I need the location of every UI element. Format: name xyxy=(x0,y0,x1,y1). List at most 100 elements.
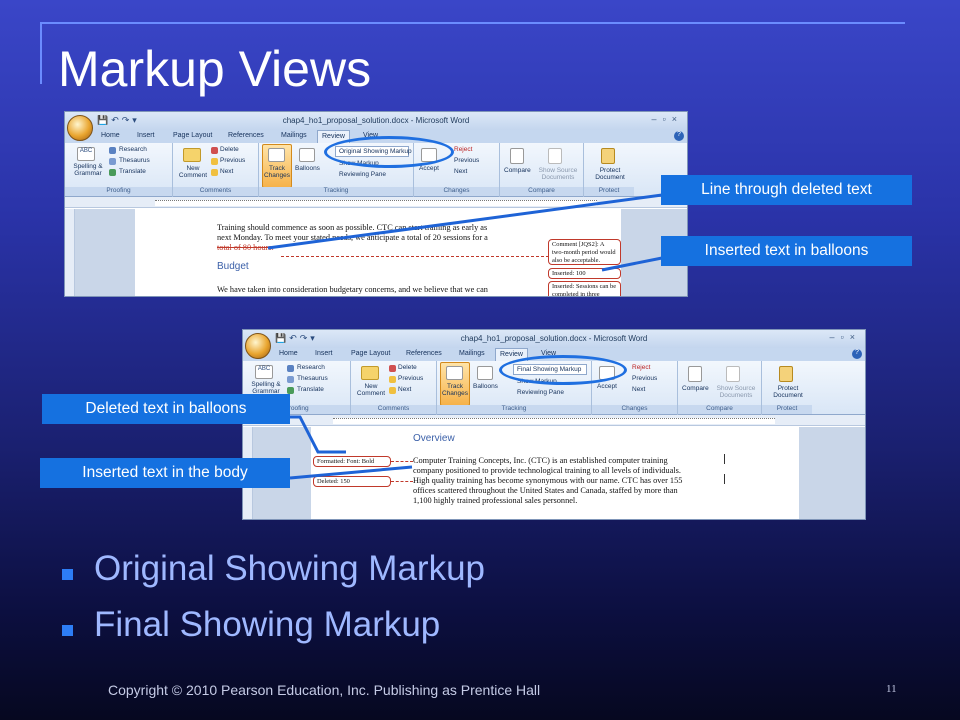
callout-line-through-deleted: Line through deleted text xyxy=(661,175,912,205)
next-comment-button[interactable]: Next xyxy=(398,386,411,393)
group-label-compare: Compare xyxy=(500,187,583,196)
deleted-balloon[interactable]: Deleted: 150 xyxy=(313,476,391,487)
next-change-button[interactable]: Next xyxy=(632,386,645,393)
tab-insert[interactable]: Insert xyxy=(315,350,333,357)
compare-icon[interactable] xyxy=(688,366,702,382)
tab-page-layout[interactable]: Page Layout xyxy=(173,132,212,139)
help-icon[interactable]: ? xyxy=(674,131,684,141)
new-comment-icon[interactable] xyxy=(361,366,379,380)
compare-button[interactable]: Compare xyxy=(682,385,709,392)
group-label-protect: Protect xyxy=(762,405,812,414)
document-area: Overview Computer Training Concepts, Inc… xyxy=(243,427,865,519)
tab-insert[interactable]: Insert xyxy=(137,132,155,139)
next-change-button[interactable]: Next xyxy=(454,168,467,175)
spelling-icon[interactable]: ABC xyxy=(77,147,95,161)
spelling-grammar-button[interactable]: Spelling & Grammar xyxy=(68,163,108,177)
delete-button[interactable]: Delete xyxy=(220,146,239,153)
inserted-balloon-1[interactable]: Inserted: 100 xyxy=(548,268,621,279)
translate-icon xyxy=(287,387,294,394)
next-comment-button[interactable]: Next xyxy=(220,168,233,175)
spelling-icon[interactable]: ABC xyxy=(255,365,273,379)
doc-line-5: 1,100 highly trained professional sales … xyxy=(413,496,578,505)
show-source-icon[interactable] xyxy=(726,366,740,382)
horizontal-ruler xyxy=(243,415,865,426)
tab-page-layout[interactable]: Page Layout xyxy=(351,350,390,357)
lock-icon[interactable] xyxy=(779,366,793,382)
doc-line-1: Training should commence as soon as poss… xyxy=(217,223,488,232)
previous-change-button[interactable]: Previous xyxy=(454,157,479,164)
doc-heading-overview: Overview xyxy=(413,433,455,444)
window-controls[interactable]: –▫× xyxy=(830,332,861,342)
accept-button[interactable]: Accept xyxy=(597,383,617,390)
doc-line-2: next Monday. To meet your stated needs, … xyxy=(217,233,488,242)
tab-mailings[interactable]: Mailings xyxy=(459,350,485,357)
inserted-balloon-2[interactable]: Inserted: Sessions can be completed in t… xyxy=(548,281,621,296)
help-icon[interactable]: ? xyxy=(852,349,862,359)
group-label-comments: Comments xyxy=(173,187,258,196)
doc-line-3: High quality training has become synonym… xyxy=(413,476,683,485)
window-controls[interactable]: –▫× xyxy=(652,114,683,124)
new-comment-button[interactable]: New Comment xyxy=(356,383,386,397)
comment-balloon[interactable]: Comment [JQS2]: A two-month period would… xyxy=(548,239,621,265)
doc-line-1: Computer Training Concepts, Inc. (CTC) i… xyxy=(413,456,668,465)
reviewing-pane-button[interactable]: Reviewing Pane xyxy=(339,171,386,178)
accept-button[interactable]: Accept xyxy=(419,165,439,172)
delete-icon xyxy=(389,365,396,372)
delete-icon xyxy=(211,147,218,154)
track-changes-button[interactable]: Track Changes xyxy=(263,165,291,179)
callout-inserted-in-balloons: Inserted text in balloons xyxy=(661,236,912,266)
tab-home[interactable]: Home xyxy=(101,132,120,139)
decorative-top-line xyxy=(40,22,905,24)
balloons-button[interactable]: Balloons xyxy=(295,165,320,172)
track-changes-icon[interactable] xyxy=(268,148,285,162)
spelling-grammar-button[interactable]: Spelling & Grammar xyxy=(246,381,286,395)
previous-comment-button[interactable]: Previous xyxy=(220,157,245,164)
formatted-balloon[interactable]: Formatted: Font: Bold xyxy=(313,456,391,467)
thesaurus-button[interactable]: Thesaurus xyxy=(119,157,150,164)
translate-button[interactable]: Translate xyxy=(119,168,146,175)
office-button-icon[interactable] xyxy=(67,115,93,141)
group-label-proofing: Proofing xyxy=(65,187,172,196)
office-button-icon[interactable] xyxy=(245,333,271,359)
group-label-changes: Changes xyxy=(592,405,677,414)
delete-button[interactable]: Delete xyxy=(398,364,417,371)
reviewing-pane-button[interactable]: Reviewing Pane xyxy=(517,389,564,396)
balloon-connector-2 xyxy=(391,481,413,482)
balloons-icon[interactable] xyxy=(299,148,315,162)
protect-document-button[interactable]: Protect Document xyxy=(588,167,632,181)
compare-button[interactable]: Compare xyxy=(504,167,531,174)
show-source-button[interactable]: Show Source Documents xyxy=(536,167,580,181)
balloon-connector-1 xyxy=(391,461,413,462)
group-label-protect: Protect xyxy=(584,187,634,196)
group-label-comments: Comments xyxy=(351,405,436,414)
new-comment-button[interactable]: New Comment xyxy=(178,165,208,179)
reject-button[interactable]: Reject xyxy=(632,364,650,371)
translate-button[interactable]: Translate xyxy=(297,386,324,393)
group-comments: New Comment Delete Previous Next Comment… xyxy=(351,361,437,415)
tab-mailings[interactable]: Mailings xyxy=(281,132,307,139)
balloons-button[interactable]: Balloons xyxy=(473,383,498,390)
thesaurus-button[interactable]: Thesaurus xyxy=(297,375,328,382)
document-page: Overview Computer Training Concepts, Inc… xyxy=(311,427,799,519)
research-button[interactable]: Research xyxy=(297,364,325,371)
show-source-icon[interactable] xyxy=(548,148,562,164)
tab-references[interactable]: References xyxy=(406,350,442,357)
compare-icon[interactable] xyxy=(510,148,524,164)
track-changes-button[interactable]: Track Changes xyxy=(441,383,469,397)
research-button[interactable]: Research xyxy=(119,146,147,153)
new-comment-icon[interactable] xyxy=(183,148,201,162)
previous-change-button[interactable]: Previous xyxy=(632,375,657,382)
lock-icon[interactable] xyxy=(601,148,615,164)
doc-line-3-container: total of 80 hours. xyxy=(217,243,274,253)
balloons-icon[interactable] xyxy=(477,366,493,380)
callout-inserted-in-body: Inserted text in the body xyxy=(40,458,290,488)
protect-document-button[interactable]: Protect Document xyxy=(766,385,810,399)
copyright-footer: Copyright © 2010 Pearson Education, Inc.… xyxy=(108,682,541,698)
reject-button[interactable]: Reject xyxy=(454,146,472,153)
track-changes-icon[interactable] xyxy=(446,366,463,380)
group-label-changes: Changes xyxy=(414,187,499,196)
show-source-button[interactable]: Show Source Documents xyxy=(714,385,758,399)
tab-home[interactable]: Home xyxy=(279,350,298,357)
tab-references[interactable]: References xyxy=(228,132,264,139)
previous-comment-button[interactable]: Previous xyxy=(398,375,423,382)
